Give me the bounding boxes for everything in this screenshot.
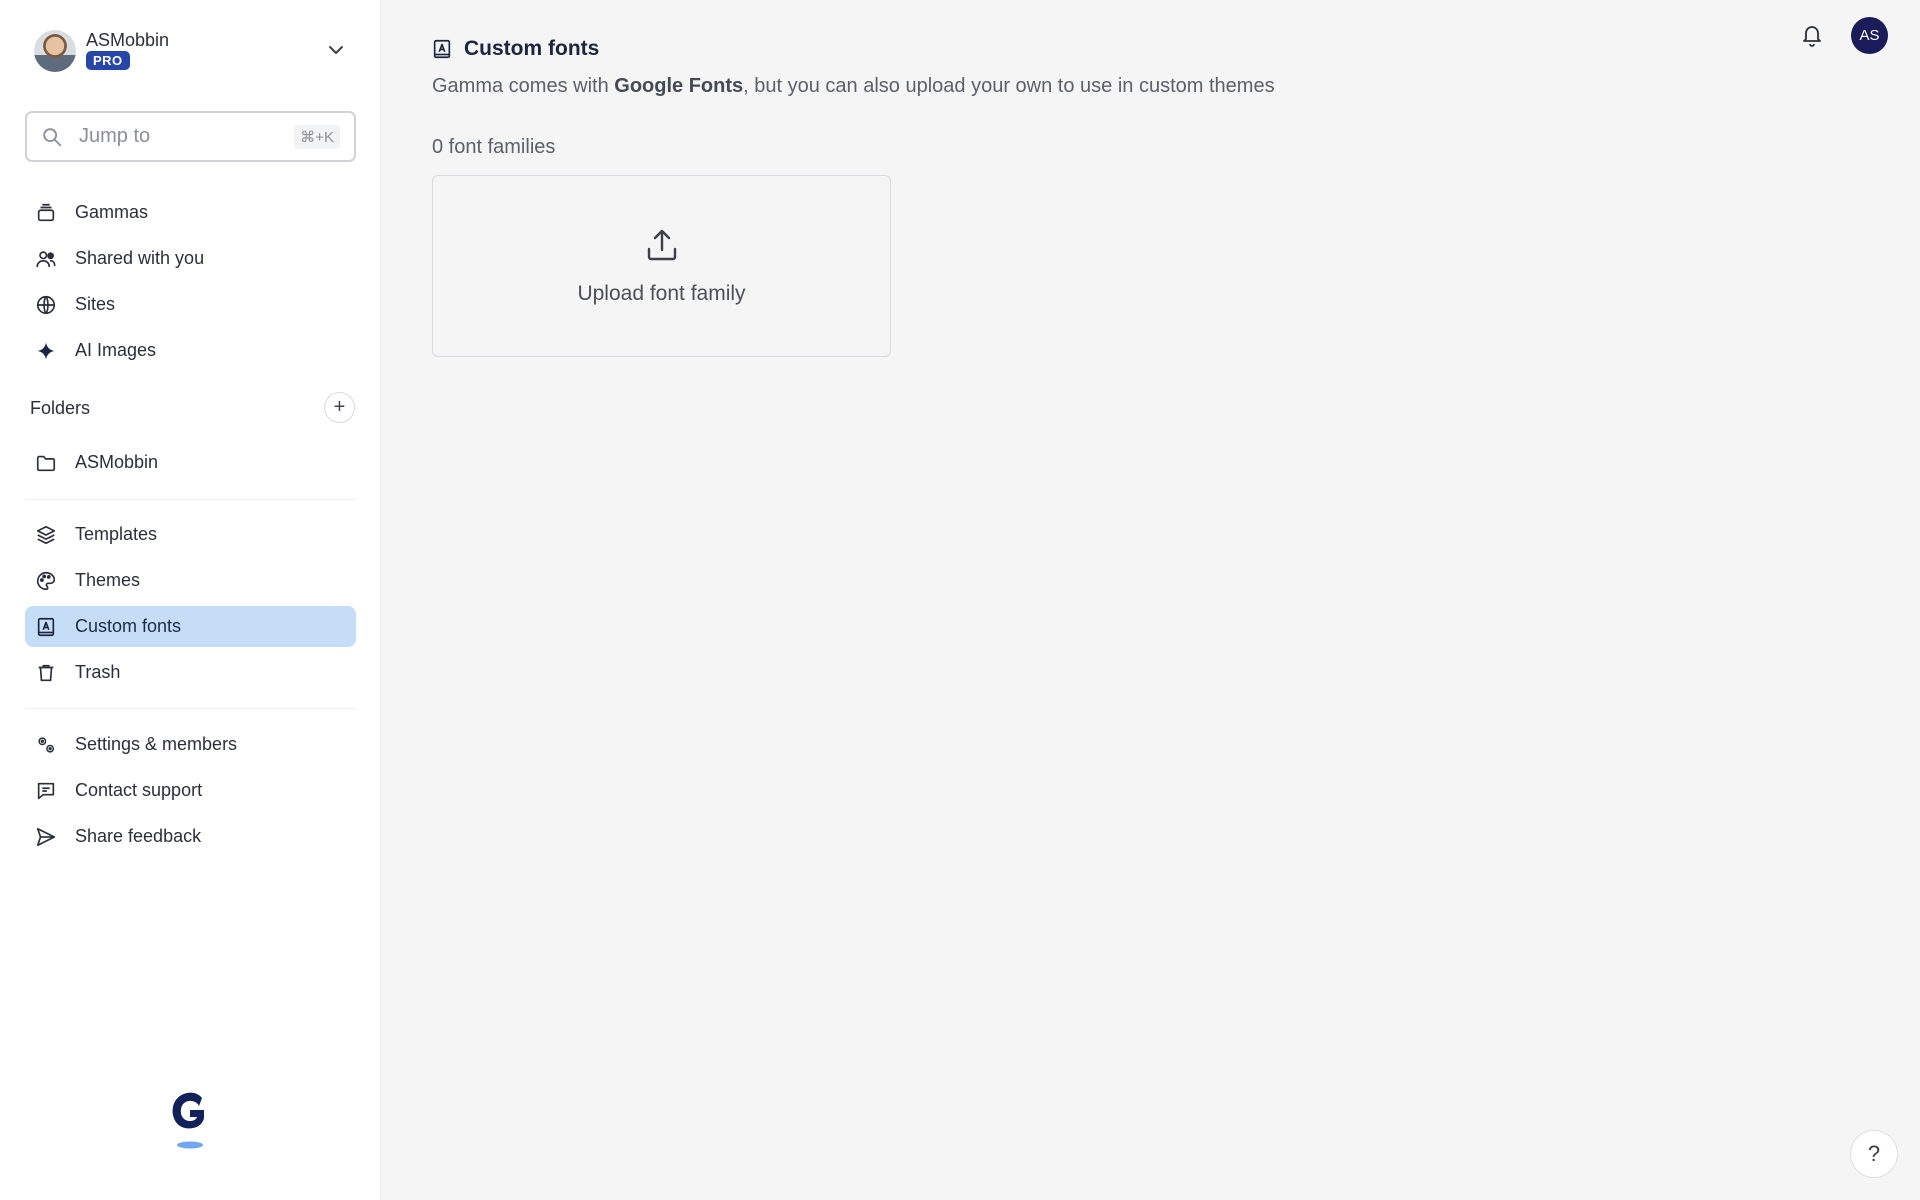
trash-icon: [35, 662, 57, 684]
sidebar-item-ai-images[interactable]: AI Images: [25, 330, 356, 371]
users-icon: [35, 248, 57, 270]
sidebar-item-sites[interactable]: Sites: [25, 284, 356, 325]
font-book-icon: [35, 616, 57, 638]
stack-icon: [35, 202, 57, 224]
sidebar-item-settings[interactable]: Settings & members: [25, 724, 356, 765]
search-input[interactable]: Jump to ⌘+K: [25, 111, 356, 162]
sidebar-item-themes[interactable]: Themes: [25, 560, 356, 601]
sidebar-item-label: AI Images: [75, 340, 157, 360]
divider: [25, 708, 356, 709]
pro-badge: PRO: [86, 51, 130, 70]
user-avatar[interactable]: AS: [1851, 17, 1888, 54]
divider: [25, 499, 356, 500]
avatar: [34, 30, 76, 72]
description-text: , but you can also upload your own to us…: [743, 75, 1275, 97]
gamma-logo: [172, 1092, 204, 1149]
help-button[interactable]: ?: [1850, 1130, 1898, 1178]
sidebar-item-label: Sites: [75, 294, 116, 314]
send-icon: [35, 826, 57, 848]
folders-heading: Folders: [30, 398, 91, 418]
page-title: Custom fonts: [464, 37, 600, 60]
sidebar-item-custom-fonts[interactable]: Custom fonts: [25, 606, 356, 647]
sidebar-item-gammas[interactable]: Gammas: [25, 192, 356, 233]
workspace-name: ASMobbin: [86, 30, 170, 50]
bell-icon[interactable]: [1800, 22, 1824, 48]
workspace-switcher[interactable]: ASMobbin PRO: [34, 30, 354, 74]
description-text: Gamma comes with: [432, 75, 615, 97]
gears-icon: [35, 734, 57, 756]
layers-icon: [35, 524, 57, 546]
sidebar: ASMobbin PRO Jump to ⌘+K Gammas Shared w…: [0, 0, 381, 1200]
upload-font-family-button[interactable]: Upload font family: [432, 175, 891, 357]
sidebar-item-label: ASMobbin: [75, 452, 159, 472]
sidebar-item-contact-support[interactable]: Contact support: [25, 770, 356, 811]
palette-icon: [35, 570, 57, 592]
page-header: Custom fonts: [431, 36, 599, 62]
sidebar-item-label: Templates: [75, 524, 158, 544]
sidebar-item-label: Shared with you: [75, 248, 205, 268]
google-fonts-link: Google Fonts: [614, 75, 744, 97]
sidebar-item-label: Contact support: [75, 780, 203, 800]
sidebar-item-label: Gammas: [75, 202, 149, 222]
sidebar-item-label: Themes: [75, 570, 141, 590]
sidebar-item-templates[interactable]: Templates: [25, 514, 356, 555]
sidebar-item-folder-asmobbin[interactable]: ASMobbin: [25, 442, 356, 483]
search-icon: [43, 128, 62, 147]
sidebar-item-trash[interactable]: Trash: [25, 652, 356, 693]
font-book-icon: [433, 39, 451, 59]
folder-icon: [35, 452, 57, 474]
main-content: Custom fonts Gamma comes with Google Fon…: [382, 0, 1920, 1200]
search-placeholder: Jump to: [79, 125, 151, 147]
search-shortcut: ⌘+K: [294, 125, 340, 149]
sidebar-item-label: Settings & members: [75, 734, 238, 754]
plus-icon: +: [333, 396, 346, 418]
page-description: Gamma comes with Google Fonts, but you c…: [432, 75, 1275, 98]
chat-icon: [35, 780, 57, 802]
upload-label: Upload font family: [577, 282, 746, 305]
sparkle-icon: [35, 340, 57, 362]
sidebar-item-label: Share feedback: [75, 826, 202, 846]
add-folder-button[interactable]: +: [324, 392, 355, 423]
upload-icon: [647, 229, 677, 261]
font-family-count: 0 font families: [432, 136, 556, 158]
sidebar-item-label: Custom fonts: [75, 616, 182, 636]
sidebar-item-label: Trash: [75, 662, 121, 682]
sidebar-item-shared[interactable]: Shared with you: [25, 238, 356, 279]
sidebar-item-share-feedback[interactable]: Share feedback: [25, 816, 356, 857]
chevron-down-icon[interactable]: [324, 38, 348, 62]
globe-icon: [35, 294, 57, 316]
